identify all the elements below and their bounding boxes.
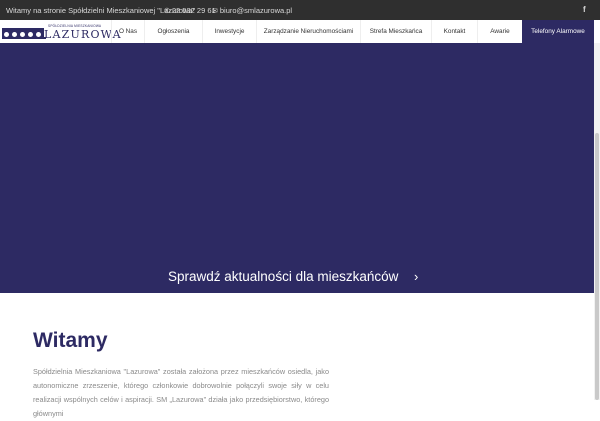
- phone-icon: ✆: [164, 8, 170, 15]
- nav-item-o-nas[interactable]: O Nas: [111, 20, 144, 43]
- logo-buildings-icon: [2, 28, 46, 39]
- page-scrollbar[interactable]: [594, 43, 600, 400]
- nav-item-inwestycje[interactable]: Inwestycje: [202, 20, 256, 43]
- facebook-icon[interactable]: f: [583, 5, 586, 14]
- nav-item-telefony-alarmowe[interactable]: Telefony Alarmowe: [522, 20, 594, 43]
- intro-paragraph: Spółdzielnia Mieszkaniowa "Lazurowa" zos…: [33, 367, 329, 418]
- nav-item-strefa-mieszkanca[interactable]: Strefa Mieszkańca: [360, 20, 431, 43]
- top-bar: Witamy na stronie Spółdzielni Mieszkanio…: [0, 0, 600, 20]
- page-heading: Witamy: [33, 329, 108, 352]
- nav-item-ogloszenia[interactable]: Ogłoszenia: [144, 20, 202, 43]
- nav-item-kontakt[interactable]: Kontakt: [431, 20, 477, 43]
- email-address[interactable]: biuro@smlazurowa.pl: [220, 6, 292, 15]
- news-link[interactable]: Sprawdź aktualności dla mieszkańców: [168, 269, 398, 285]
- chevron-right-icon[interactable]: ›: [414, 269, 418, 285]
- scrollbar-thumb[interactable]: [595, 133, 599, 400]
- site-logo[interactable]: SPÓŁDZIELNIA MIESZKANIOWA LAZUROWA: [2, 22, 121, 41]
- hero-banner: [0, 43, 600, 293]
- nav-item-zarzadzanie[interactable]: Zarządzanie Nieruchomościami: [256, 20, 360, 43]
- envelope-icon: ✉: [212, 8, 218, 15]
- phone-contact[interactable]: ✆ 22 532 29 61: [164, 6, 216, 15]
- nav-item-awarie[interactable]: Awarie: [477, 20, 522, 43]
- email-contact[interactable]: ✉ biuro@smlazurowa.pl: [212, 6, 292, 15]
- phone-number[interactable]: 22 532 29 61: [172, 6, 216, 15]
